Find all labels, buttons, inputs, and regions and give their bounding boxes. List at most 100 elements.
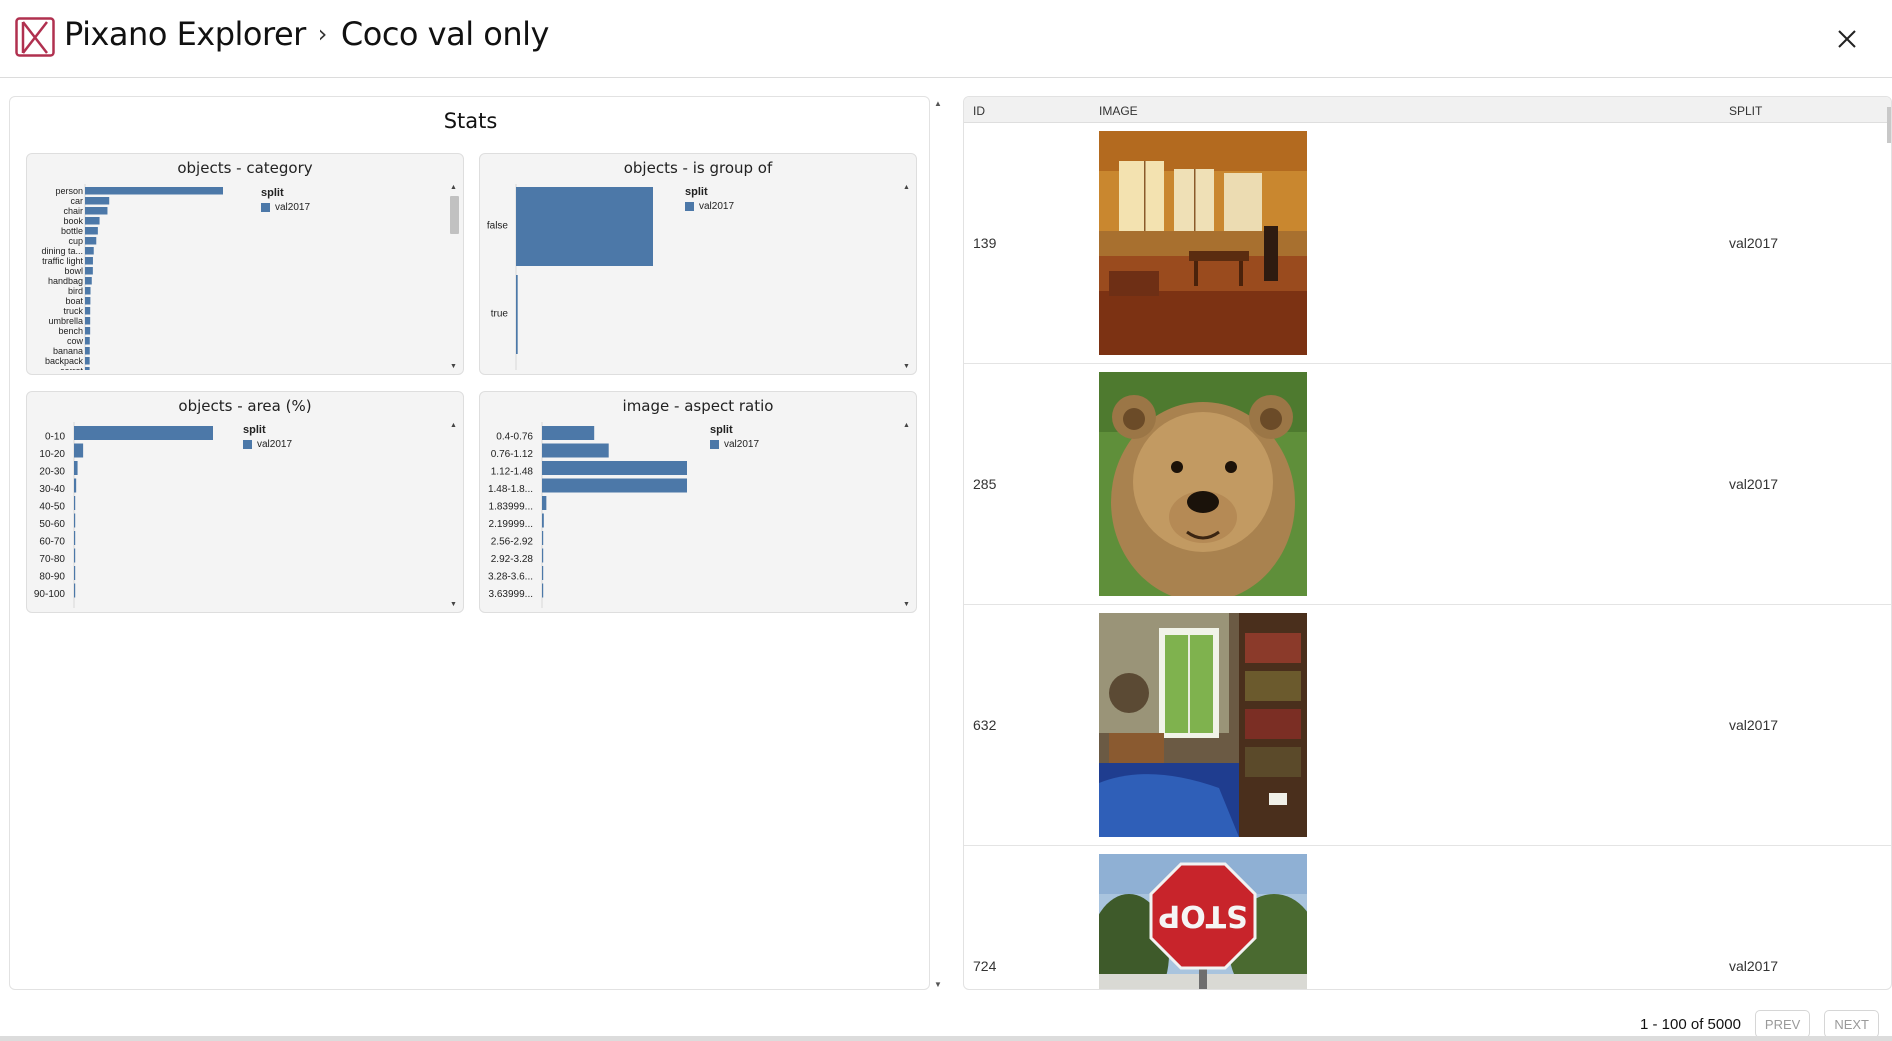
bar-car[interactable] [85,197,110,205]
tick-label: 20-30 [39,467,65,478]
bar-0-76-1-12[interactable] [542,443,609,458]
legend-title: split [243,424,266,436]
scroll-up-arrow-icon[interactable]: ▲ [934,99,942,108]
bar-1-83999-[interactable] [542,496,547,510]
bar-3-63999-[interactable] [542,583,544,598]
bar-2-19999-[interactable] [542,513,544,528]
bar-cow[interactable] [85,337,90,345]
bar-handbag[interactable] [85,277,92,285]
app-name-link[interactable]: Pixano Explorer [64,15,306,53]
tick-label: cup [68,236,83,246]
stats-title: Stats [443,109,498,133]
tick-label: 1.12-1.48 [491,467,534,478]
table-row[interactable]: 285 val2017 [964,364,1891,605]
scroll-up-arrow-icon[interactable]: ▲ [903,422,910,429]
scroll-thumb[interactable] [450,196,459,234]
bar-umbrella[interactable] [85,317,91,325]
bar-book[interactable] [85,217,100,225]
bar-0-4-0-76[interactable] [542,426,595,440]
category-bar-chart: personcarchairbookbottlecupdining ta...t… [41,184,223,370]
scroll-down-arrow-icon[interactable]: ▼ [934,980,942,989]
tick-label: 30-40 [39,484,65,495]
tick-label: book [63,216,83,226]
image-thumbnail-bedroom[interactable] [1099,613,1307,837]
bar-false[interactable] [516,187,653,266]
bar-2-92-3-28[interactable] [542,548,544,563]
bar-0-10[interactable] [74,426,213,440]
next-button[interactable]: NEXT [1824,1010,1879,1038]
scroll-down-arrow-icon[interactable]: ▼ [903,363,910,370]
stats-panel: Stats objects - category person car chair b… [9,96,942,990]
bar-boat[interactable] [85,297,91,305]
row-id: 632 [973,717,997,733]
bar-3-28-3-6-[interactable] [542,566,544,580]
bar-true[interactable] [516,275,518,354]
bar-cup[interactable] [85,237,97,245]
bar-banana[interactable] [85,347,90,355]
legend-swatch [685,202,694,211]
scroll-up-arrow-icon[interactable]: ▲ [450,184,457,191]
stats-scrollbar[interactable]: ▲ ▼ [931,97,945,991]
legend-swatch [710,440,719,449]
image-thumbnail-living-room[interactable] [1099,131,1307,355]
bar-person[interactable] [85,187,223,195]
tick-label: 1.83999... [489,502,533,513]
bar-chair[interactable] [85,207,108,215]
close-icon[interactable] [1832,24,1862,54]
scroll-up-arrow-icon[interactable]: ▲ [903,184,910,191]
bar-backpack[interactable] [85,357,90,365]
tick-label: 80-90 [39,572,65,583]
legend-label: val2017 [699,201,735,212]
bar-2-56-2-92[interactable] [542,531,544,545]
bar-bird[interactable] [85,287,91,295]
scroll-down-arrow-icon[interactable]: ▼ [450,601,457,608]
column-header-split[interactable]: SPLIT [1729,104,1762,118]
chart-legend: split val2017 [261,187,310,213]
bar-50-60[interactable] [74,513,76,528]
table-row[interactable]: 139 val2017 [964,123,1891,364]
tick-label: false [487,221,509,232]
tick-label: 0-10 [45,432,65,443]
bar-1-12-1-48[interactable] [542,461,687,475]
bar-30-40[interactable] [74,478,77,493]
bar-90-100[interactable] [74,583,76,598]
chart-scrollbar[interactable]: ▲ ▼ [449,422,459,608]
scroll-down-arrow-icon[interactable]: ▼ [903,601,910,608]
table-row[interactable]: 632 val2017 [964,605,1891,846]
bar-40-50[interactable] [74,496,76,510]
chart-title: objects - is group of [623,159,773,177]
image-thumbnail-bear[interactable] [1099,372,1307,596]
chart-scrollbar[interactable]: ▲ ▼ [902,184,912,370]
prev-button[interactable]: PREV [1754,1010,1811,1038]
row-split: val2017 [1729,958,1779,974]
row-id: 724 [973,958,997,974]
chart-scrollbar[interactable]: ▲ ▼ [902,422,912,608]
table-scroll-thumb[interactable] [1887,107,1891,143]
image-thumbnail-stop-sign[interactable]: STOP [1099,854,1307,990]
tick-label: bird [68,286,83,296]
bar-20-30[interactable] [74,461,78,475]
bar-80-90[interactable] [74,566,76,580]
bar-bowl[interactable] [85,267,93,275]
bar-bench[interactable] [85,327,91,335]
row-split: val2017 [1729,235,1779,251]
column-header-image[interactable]: IMAGE [1099,104,1138,118]
bar-truck[interactable] [85,307,91,315]
bar-70-80[interactable] [74,548,76,563]
bar-60-70[interactable] [74,531,76,545]
column-header-id[interactable]: ID [973,104,985,118]
bar-carrot[interactable] [85,367,90,370]
chart-scrollbar[interactable]: ▲ ▼ [449,184,459,370]
bar-bottle[interactable] [85,227,98,235]
table-row[interactable]: 724 STOP val2017 [964,846,1891,990]
scroll-down-arrow-icon[interactable]: ▼ [450,363,457,370]
bar-traffic-light[interactable] [85,257,93,265]
legend-title: split [710,424,733,436]
scroll-up-arrow-icon[interactable]: ▲ [450,422,457,429]
bar-10-20[interactable] [74,443,84,458]
tick-label: banana [53,346,83,356]
bar-dining-ta-[interactable] [85,247,94,255]
bar-1-48-1-8-[interactable] [542,478,687,493]
chart-card-objects-category: objects - category person car chair book bot… [26,153,464,375]
svg-text:STOP: STOP [1158,898,1248,933]
